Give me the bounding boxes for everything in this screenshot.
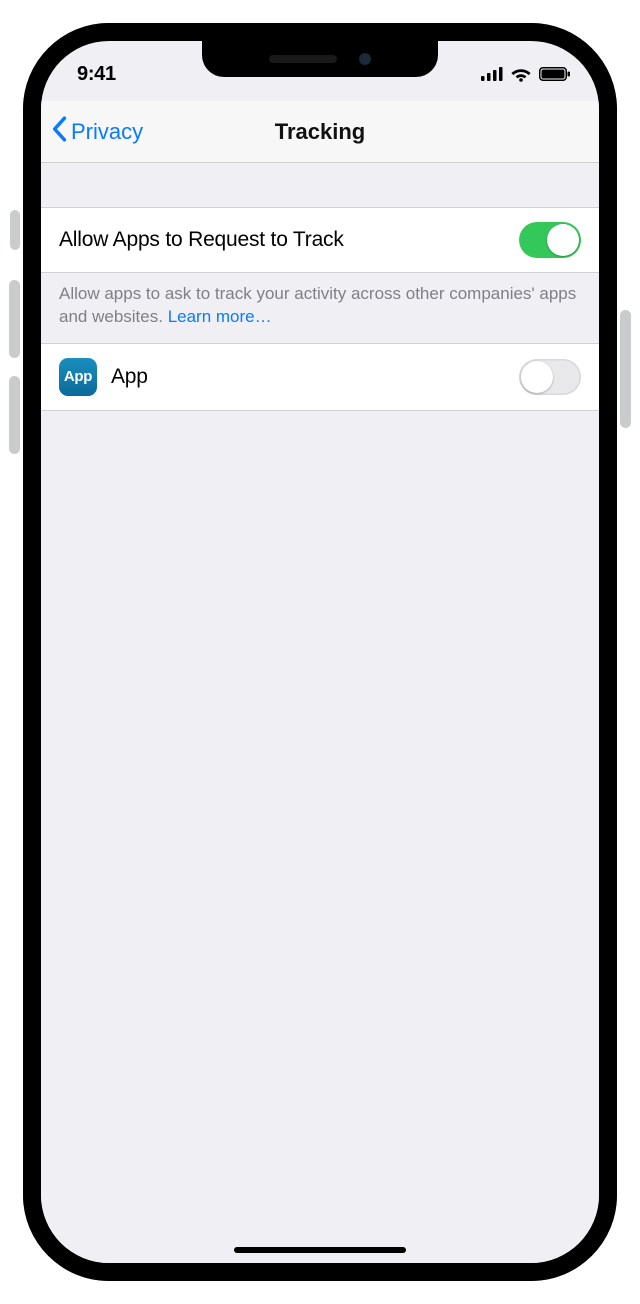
allow-apps-request-row: Allow Apps to Request to Track [41,207,599,273]
phone-power-button [620,310,631,428]
app-tracking-toggle[interactable] [519,359,581,395]
chevron-left-icon [51,116,67,148]
content: Allow Apps to Request to Track Allow app… [41,163,599,1263]
phone-volume-down [9,376,20,454]
status-time: 9:41 [77,63,116,86]
phone-volume-up [9,280,20,358]
back-button[interactable]: Privacy [51,116,143,148]
app-row: App App [41,343,599,411]
phone-silence-switch [10,210,20,250]
phone-frame: 9:41 [23,23,617,1281]
app-icon: App [59,358,97,396]
home-indicator[interactable] [234,1247,406,1253]
battery-icon [539,67,571,81]
navigation-bar: Privacy Tracking [41,101,599,163]
learn-more-link[interactable]: Learn more… [168,307,272,326]
section-footer: Allow apps to ask to track your activity… [41,273,599,343]
section-footer-text: Allow apps to ask to track your activity… [59,284,576,326]
app-name-label: App [111,365,148,389]
device-notch [202,41,438,77]
wifi-icon [510,66,532,82]
cellular-icon [481,67,503,81]
screen: 9:41 [41,41,599,1263]
allow-apps-request-toggle[interactable] [519,222,581,258]
back-label: Privacy [71,119,143,145]
allow-apps-request-label: Allow Apps to Request to Track [59,228,344,252]
